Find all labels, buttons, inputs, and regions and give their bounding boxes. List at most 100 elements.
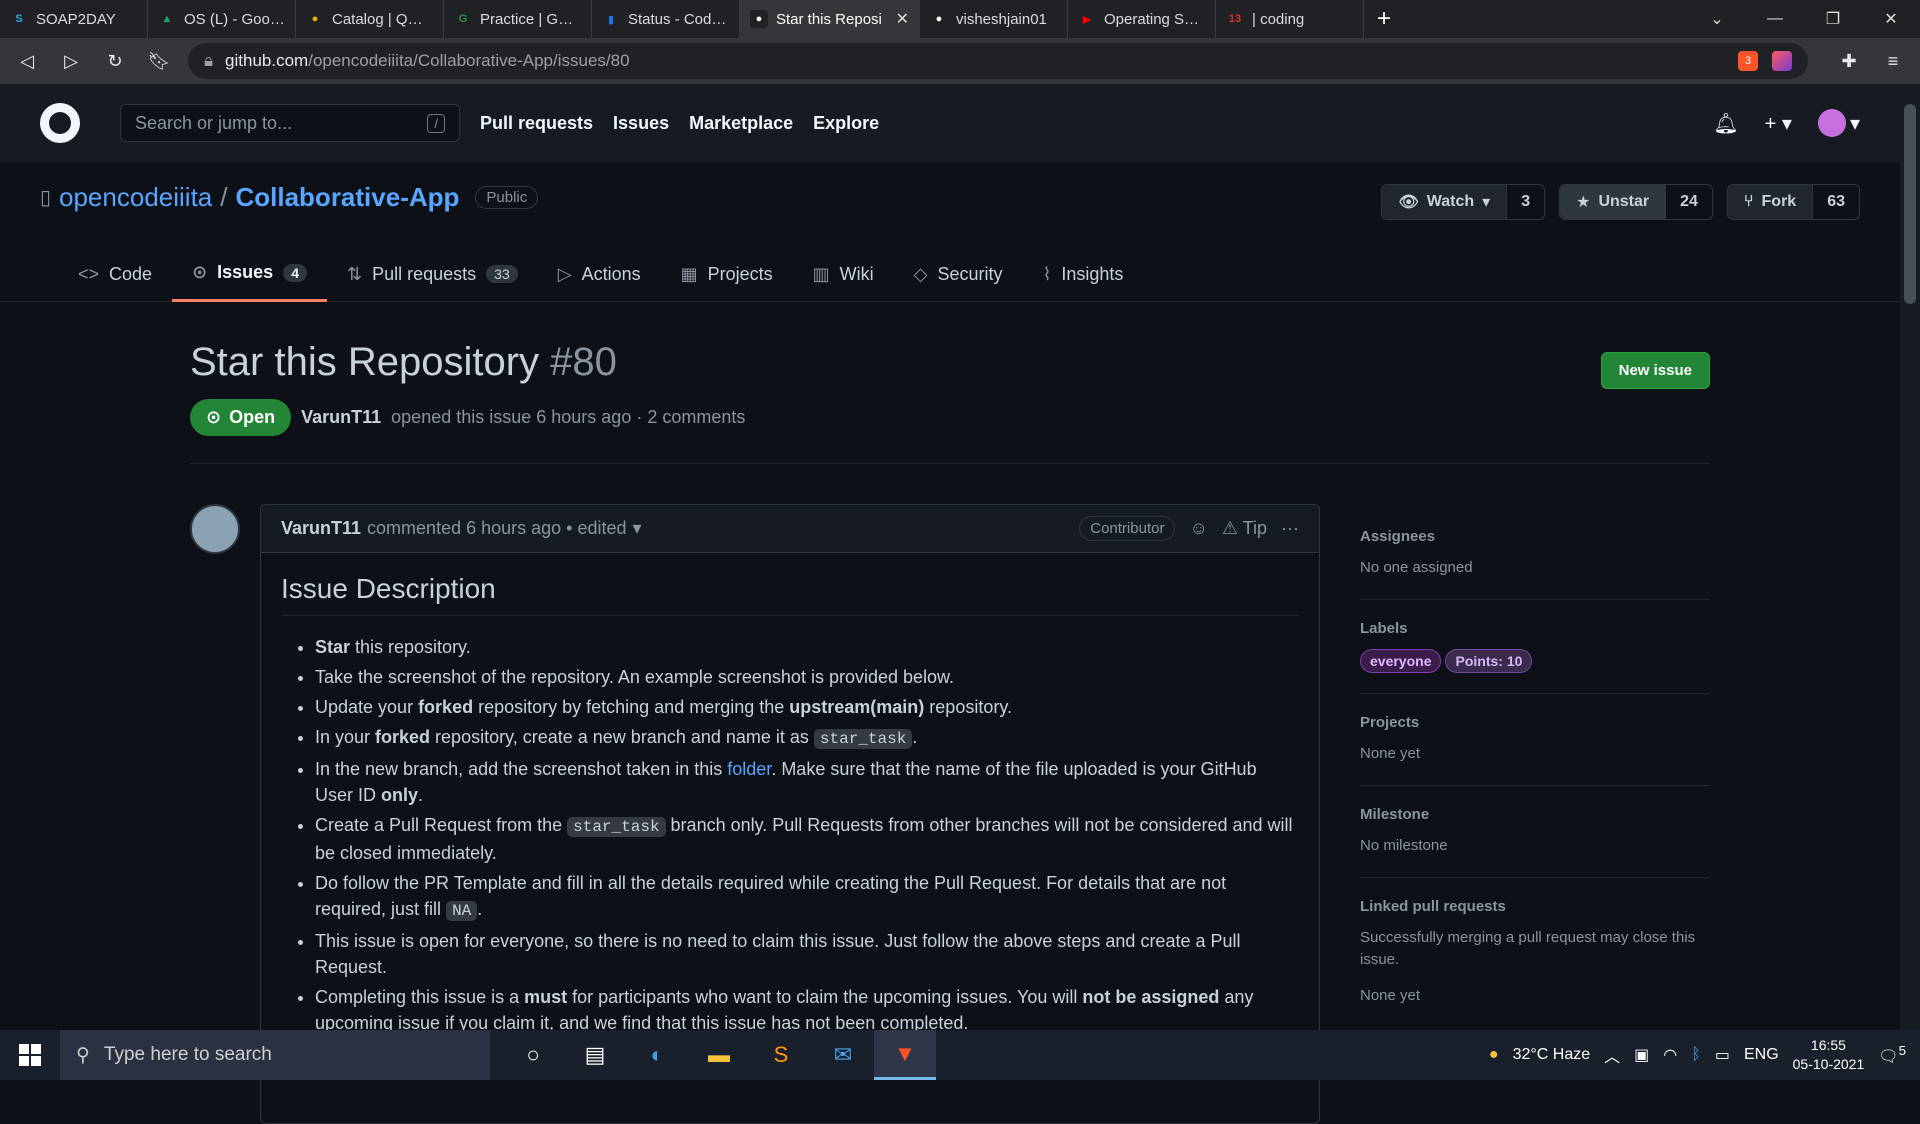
- eye-icon: 👁︎: [1398, 194, 1419, 211]
- taskbar-search-placeholder: Type here to search: [103, 1044, 272, 1065]
- taskbar-search-input[interactable]: ⚲ Type here to search: [60, 1030, 490, 1080]
- tab-actions[interactable]: ▷ Actions: [538, 246, 661, 302]
- repo-header: ▯ opencodeiiita / Collaborative-App Publ…: [0, 162, 1900, 302]
- bold-text: only: [381, 785, 419, 805]
- windows-taskbar: ⚲ Type here to search ○ ▤ ◐ ▬ S ✉ ▼ ● 32…: [0, 1030, 1920, 1080]
- tab-code[interactable]: <> Code: [58, 246, 172, 302]
- tip-button[interactable]: ⚠ Tip: [1222, 518, 1267, 539]
- browser-tab[interactable]: ▶ Operating Systems: [1068, 0, 1216, 38]
- watch-count[interactable]: 3: [1507, 185, 1544, 219]
- task-view-icon[interactable]: ▤: [564, 1030, 626, 1080]
- comment-author-link[interactable]: VarunT11: [281, 518, 361, 539]
- menu-icon[interactable]: ≡: [1878, 51, 1908, 72]
- assignees-title[interactable]: Assignees: [1360, 528, 1710, 545]
- labels-title[interactable]: Labels: [1360, 620, 1710, 637]
- unstar-button[interactable]: ★ Unstar 24: [1559, 184, 1713, 220]
- battery-icon[interactable]: ▭: [1715, 1045, 1730, 1065]
- tab-projects[interactable]: ▦ Projects: [661, 246, 793, 302]
- minimize-icon[interactable]: —: [1746, 0, 1804, 38]
- search-input[interactable]: Search or jump to... /: [120, 104, 460, 142]
- nav-explore[interactable]: Explore: [813, 113, 879, 134]
- close-window-icon[interactable]: ✕: [1862, 0, 1920, 38]
- tab-issues[interactable]: ⊙ Issues 4: [172, 246, 327, 302]
- bell-icon[interactable]: 🔔︎: [1713, 111, 1738, 136]
- browser-tab[interactable]: S SOAP2DAY: [0, 0, 148, 38]
- reload-icon[interactable]: ↻: [100, 51, 130, 72]
- nav-pull-requests[interactable]: Pull requests: [480, 113, 593, 134]
- browser-tab[interactable]: ● visheshjain01: [920, 0, 1068, 38]
- brave-rewards-icon[interactable]: [1772, 51, 1792, 71]
- tab-security[interactable]: ◇ Security: [894, 246, 1023, 302]
- wifi-icon[interactable]: ◠: [1663, 1045, 1677, 1065]
- github-logo-icon[interactable]: [40, 103, 80, 143]
- new-issue-button[interactable]: New issue: [1600, 352, 1710, 389]
- label-badge[interactable]: everyone: [1360, 649, 1442, 673]
- issue-title: Star this Repository #80: [190, 340, 1710, 385]
- tab-pull-requests[interactable]: ⇅ Pull requests 33: [327, 246, 538, 302]
- tab-search-icon[interactable]: ⌄: [1688, 0, 1746, 38]
- user-menu[interactable]: ▾: [1817, 109, 1860, 137]
- forward-icon[interactable]: ▷: [56, 51, 86, 72]
- page-scrollbar[interactable]: [1900, 84, 1920, 1030]
- start-button[interactable]: [0, 1030, 60, 1080]
- sublime-text-icon[interactable]: S: [750, 1030, 812, 1080]
- scrollbar-thumb[interactable]: [1904, 104, 1916, 304]
- edge-icon[interactable]: ◐: [626, 1030, 688, 1080]
- clock[interactable]: 16:55 05-10-2021: [1793, 1036, 1865, 1074]
- repo-owner-link[interactable]: opencodeiiita: [59, 182, 212, 213]
- browser-tab[interactable]: 13 | coding: [1216, 0, 1364, 38]
- more-options-icon[interactable]: ···: [1281, 518, 1299, 539]
- projects-title[interactable]: Projects: [1360, 714, 1710, 731]
- weather-text[interactable]: 32°C Haze: [1513, 1046, 1591, 1064]
- mail-icon[interactable]: ✉: [812, 1030, 874, 1080]
- tab-count-badge: 4: [283, 263, 307, 282]
- emoji-reaction-icon[interactable]: ☺: [1189, 518, 1207, 539]
- edited-dropdown-icon[interactable]: ▾: [633, 518, 642, 539]
- tab-actions-icon: ▷: [557, 263, 572, 284]
- language-indicator[interactable]: ENG: [1744, 1046, 1779, 1064]
- issue-open-icon: ⊙: [206, 407, 222, 427]
- device-icon[interactable]: ▣: [1634, 1045, 1649, 1065]
- file-explorer-icon[interactable]: ▬: [688, 1030, 750, 1080]
- nav-marketplace[interactable]: Marketplace: [689, 113, 793, 134]
- extensions-icon[interactable]: ✚: [1834, 51, 1864, 72]
- star-count[interactable]: 24: [1666, 185, 1712, 219]
- watch-button[interactable]: 👁︎ Watch ▾ 3: [1381, 184, 1546, 220]
- chevron-up-icon[interactable]: ︿: [1604, 1043, 1620, 1067]
- tab-wiki[interactable]: ▥ Wiki: [793, 246, 894, 302]
- tab-title: Star this Reposi: [776, 10, 882, 28]
- brave-shield-icon[interactable]: 3: [1738, 51, 1758, 71]
- label-badge[interactable]: Points: 10: [1445, 649, 1533, 673]
- close-tab-icon[interactable]: ✕: [896, 9, 909, 29]
- cortana-icon[interactable]: ○: [502, 1030, 564, 1080]
- browser-tab[interactable]: ● Catalog | Qwiklabs: [296, 0, 444, 38]
- tab-label: Issues: [217, 262, 274, 282]
- browser-tab[interactable]: ▲ OS (L) - Google Driv: [148, 0, 296, 38]
- address-bar[interactable]: 🔒︎ github.com/opencodeiiita/Collaborativ…: [188, 43, 1808, 79]
- new-tab-icon[interactable]: +: [1364, 5, 1404, 33]
- star-icon: ★: [1576, 194, 1591, 211]
- linked-prs-title[interactable]: Linked pull requests: [1360, 898, 1710, 915]
- browser-tab[interactable]: ▮ Status - Codeforces: [592, 0, 740, 38]
- notifications-icon[interactable]: 🗨︎5: [1878, 1043, 1906, 1066]
- tab-insights[interactable]: ⌇ Insights: [1023, 246, 1144, 302]
- fork-count[interactable]: 63: [1813, 185, 1859, 219]
- bluetooth-icon[interactable]: ᛒ: [1691, 1046, 1701, 1064]
- avatar: [1817, 109, 1846, 137]
- create-new-icon[interactable]: + ▾: [1765, 111, 1792, 136]
- browser-tab[interactable]: G Practice | GeeksforG: [444, 0, 592, 38]
- fork-icon: ⑂: [1743, 193, 1754, 210]
- comment-author-avatar[interactable]: [190, 504, 240, 554]
- folder-link[interactable]: folder: [727, 759, 771, 779]
- browser-tab[interactable]: ● Star this Reposi ✕: [740, 0, 920, 38]
- milestone-title[interactable]: Milestone: [1360, 806, 1710, 823]
- fork-button[interactable]: ⑂ Fork 63: [1726, 184, 1860, 220]
- issue-author-link[interactable]: VarunT11: [301, 407, 381, 428]
- bookmark-icon[interactable]: 🔖︎: [144, 51, 174, 72]
- nav-issues[interactable]: Issues: [613, 113, 669, 134]
- restore-icon[interactable]: ❐: [1804, 0, 1862, 38]
- weather-icon[interactable]: ●: [1489, 1046, 1499, 1064]
- brave-browser-icon[interactable]: ▼: [874, 1030, 936, 1080]
- repo-name-link[interactable]: Collaborative-App: [235, 182, 459, 213]
- back-icon[interactable]: ◁: [12, 51, 42, 72]
